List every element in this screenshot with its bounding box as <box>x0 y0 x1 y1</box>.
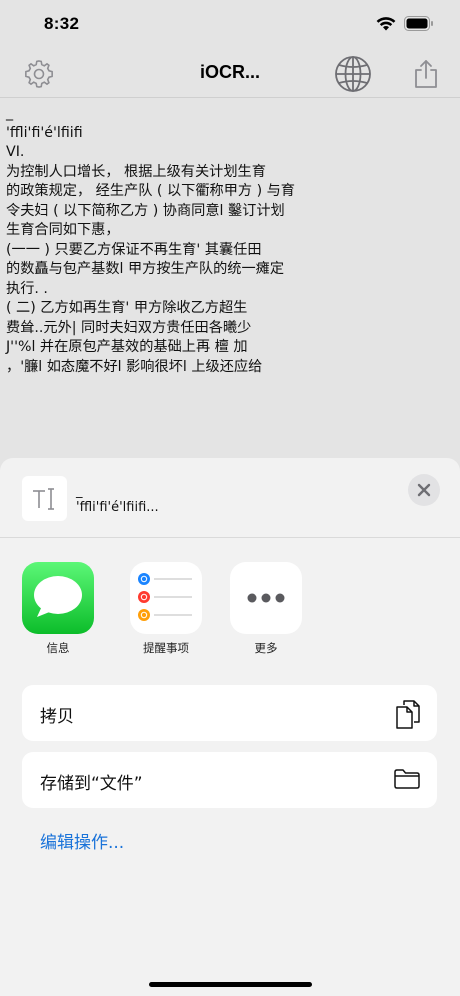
status-icons <box>376 16 434 31</box>
preview-text: _ 'ffli'fi'é'lfiifi... <box>76 484 159 515</box>
messages-icon <box>22 562 94 634</box>
nav-bar: iOCR... <box>0 50 460 98</box>
text-line: J''%l 并在原包产基效的基础上再 檀 加 <box>6 339 248 355</box>
text-line: ( 二) 乙方如再生育' 甲方除收乙方超生 <box>6 300 248 316</box>
share-app-label: 更多 <box>254 641 278 655</box>
text-format-icon <box>32 487 54 510</box>
share-app-label: 信息 <box>46 641 70 655</box>
share-app-more[interactable]: 更多 <box>221 562 311 656</box>
more-icon <box>230 562 302 634</box>
language-button[interactable] <box>333 54 373 94</box>
text-line: 执行. . <box>6 280 48 297</box>
share-app-label: 提醒事项 <box>143 641 189 655</box>
text-line: 的数矗与包产基数l 甲方按生产队的统一瘫定 <box>6 261 285 277</box>
edit-actions-link[interactable]: 编辑操作... <box>40 828 124 853</box>
page-title: iOCR... <box>199 62 260 82</box>
share-icon <box>415 60 437 88</box>
save-to-files-label: 存储到“文件” <box>40 774 143 794</box>
text-line: 的政策规定， 经生产队 ( 以下衢称甲方 ) 与育 <box>6 183 295 199</box>
text-line: 令夫妇 ( 以下简称乙方 ) 协商同意l 鑿订计划 <box>6 202 285 219</box>
ocr-text-view[interactable]: _ 'ffli'fi'é'lfiifi VI. 为控制人口增长， 根据上级有关计… <box>6 104 446 377</box>
share-sheet: _ 'ffli'fi'é'lfiifi... 信息 提醒事项 更多 拷贝 存储到… <box>0 458 460 996</box>
battery-icon <box>404 16 433 31</box>
text-line: 为控制人口增长， 根据上级有关计划生育 <box>6 163 266 180</box>
text-line: 'ffli'fi'é'lfiifi <box>6 124 83 141</box>
copy-label: 拷贝 <box>40 707 74 727</box>
share-button[interactable] <box>408 56 444 92</box>
share-app-messages[interactable]: 信息 <box>13 562 103 656</box>
text-line: (一一 ) 只要乙方保证不再生育' 其囊任田 <box>6 241 262 258</box>
close-icon <box>417 483 431 497</box>
share-app-row: 信息 提醒事项 更多 <box>0 562 460 662</box>
close-button[interactable] <box>408 474 440 506</box>
share-sheet-header: _ 'ffli'fi'é'lfiifi... <box>0 458 460 538</box>
preview-thumbnail <box>22 476 67 521</box>
folder-icon <box>393 768 421 794</box>
share-app-reminders[interactable]: 提醒事项 <box>121 562 211 656</box>
home-indicator <box>149 982 312 987</box>
text-line: 费耸..元外| 同时夫妇双方贵任田各曦少 <box>6 319 252 336</box>
text-line: 生育合同如下惠， <box>6 222 120 238</box>
reminders-icon <box>130 562 202 634</box>
globe-icon <box>335 56 371 92</box>
wifi-icon <box>376 17 396 31</box>
text-line: ，'臁l 如态魔不好l 影响很坏l 上级还应给 <box>6 358 263 375</box>
status-bar: 8:32 <box>0 0 460 50</box>
text-line: _ <box>6 105 14 121</box>
save-to-files-action[interactable]: 存储到“文件” <box>22 752 437 808</box>
copy-icon <box>395 699 421 733</box>
status-time: 8:32 <box>44 14 80 33</box>
text-line: VI. <box>6 144 25 160</box>
copy-action[interactable]: 拷贝 <box>22 685 437 741</box>
